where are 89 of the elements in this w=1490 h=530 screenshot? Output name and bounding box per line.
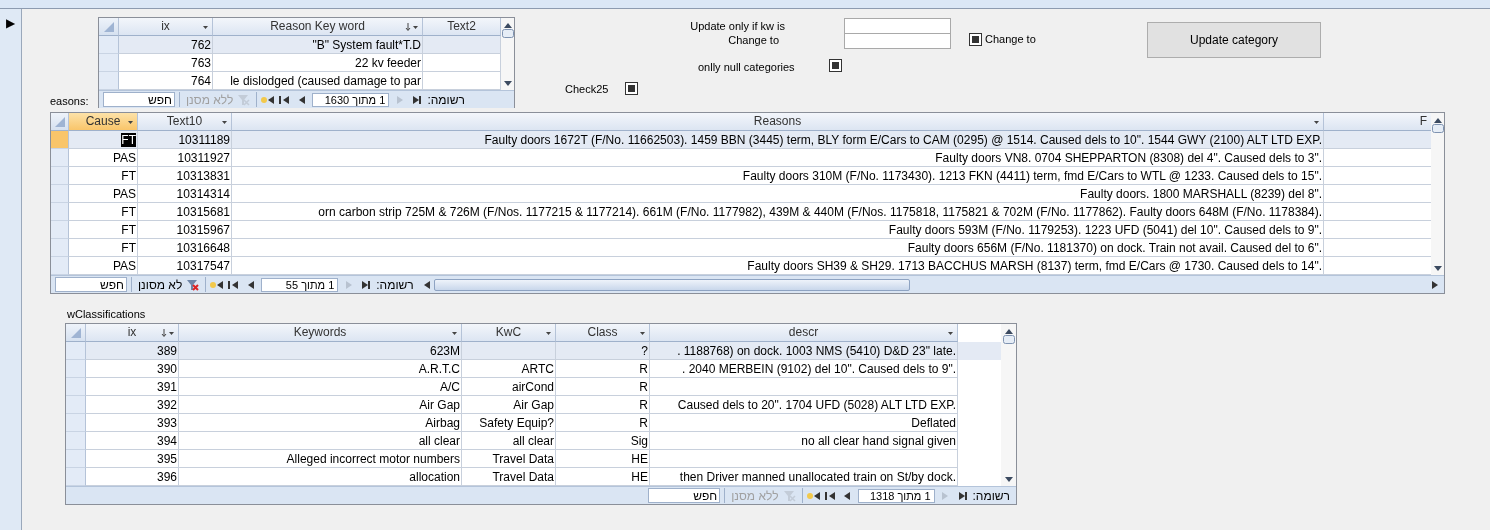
record-label: רשומה: (427, 92, 466, 107)
new-record-button[interactable] (261, 93, 275, 106)
last-record-button[interactable] (823, 489, 837, 502)
column-header[interactable]: Keywords (179, 324, 462, 342)
record-label: רשומה: (376, 277, 415, 292)
vertical-scrollbar[interactable] (1431, 113, 1444, 275)
filter-button[interactable]: לא מסונן (131, 277, 207, 292)
checkbox[interactable] (625, 82, 638, 95)
checkbox[interactable] (969, 33, 982, 46)
right-arrow-icon (394, 94, 405, 105)
vertical-scrollbar[interactable] (1001, 324, 1016, 486)
dropdown-caret-icon[interactable] (202, 23, 209, 31)
record-label: רשומה: (972, 488, 1011, 503)
new-record-icon (806, 490, 820, 501)
new-record-icon (210, 279, 224, 290)
right-arrow-icon (343, 279, 354, 290)
new-record-button[interactable] (210, 278, 224, 291)
input-field[interactable] (844, 33, 951, 49)
dropdown-caret-icon[interactable] (221, 118, 228, 126)
triangle-icon (69, 326, 82, 339)
column-header[interactable]: Class (556, 324, 650, 342)
filter-icon (782, 489, 796, 502)
new-record-icon (261, 94, 275, 105)
filter-icon (186, 278, 200, 291)
right-arrow-icon (940, 490, 950, 501)
skip-right-icon (360, 279, 372, 290)
column-header[interactable]: ix (86, 324, 179, 342)
column-header[interactable]: Reasons (232, 113, 1324, 131)
search-field[interactable]: חפש (103, 92, 175, 107)
scroll-thumb[interactable] (501, 29, 514, 39)
column-header[interactable]: ix (119, 18, 213, 36)
checkbox[interactable] (829, 59, 842, 72)
down-arrow-icon[interactable] (1003, 475, 1014, 483)
first-record-button[interactable] (410, 93, 424, 106)
new-record-button[interactable] (806, 489, 820, 502)
dropdown-caret-icon[interactable] (545, 329, 552, 337)
skip-left-icon (824, 490, 836, 501)
dropdown-caret-icon[interactable] (168, 329, 175, 337)
left-arrow-icon (842, 490, 852, 501)
first-record-button[interactable] (359, 278, 373, 291)
skip-right-icon (956, 490, 968, 501)
dropdown-caret-icon[interactable] (412, 23, 419, 31)
dropdown-caret-icon[interactable] (451, 329, 458, 337)
down-arrow-icon[interactable] (1432, 264, 1443, 272)
scroll-thumb[interactable] (1431, 124, 1444, 134)
input-field[interactable] (844, 18, 951, 34)
search-field[interactable]: חפש (55, 277, 127, 292)
dropdown-caret-icon[interactable] (1313, 118, 1320, 126)
dropdown-caret-icon[interactable] (947, 329, 954, 337)
filter-icon (237, 93, 251, 106)
checkbox-label: Change to (985, 33, 1036, 46)
column-header[interactable]: Cause (69, 113, 138, 131)
down-arrow-icon[interactable] (502, 79, 513, 87)
column-header[interactable]: Text10 (138, 113, 232, 131)
column-header[interactable]: Text2 (423, 18, 501, 36)
update-category-button[interactable]: Update category (1147, 22, 1321, 58)
checkbox-label: onlly null categories (698, 61, 795, 74)
record-number-field[interactable]: 1 מתוך 55 (261, 277, 339, 292)
up-arrow-icon[interactable] (1432, 116, 1443, 124)
up-arrow-icon[interactable] (1003, 327, 1014, 335)
record-number-field[interactable]: 1 מתוך 1630 (312, 92, 390, 107)
skip-right-icon (411, 94, 423, 105)
sort-arrow-icon (405, 23, 411, 31)
right-arrow-icon[interactable] (1430, 279, 1438, 290)
skip-left-icon (279, 94, 291, 105)
dropdown-caret-icon[interactable] (127, 118, 134, 126)
sort-arrow-icon (161, 329, 167, 337)
dropdown-caret-icon[interactable] (639, 329, 646, 337)
triangle-icon (53, 115, 66, 128)
column-header[interactable]: KwC (462, 324, 556, 342)
search-field[interactable]: חפש (648, 488, 721, 503)
skip-left-icon (228, 279, 240, 290)
last-record-button[interactable] (278, 93, 292, 106)
column-header[interactable]: Reason Key word (213, 18, 423, 36)
current-record-marker: ▶ (6, 16, 15, 30)
scroll-thumb[interactable] (1002, 335, 1015, 345)
record-number-field[interactable]: 1 מתוך 1318 (857, 488, 935, 503)
up-arrow-icon[interactable] (502, 21, 513, 29)
last-record-button[interactable] (227, 278, 241, 291)
checkbox-label: Check25 (565, 83, 609, 96)
vertical-scrollbar[interactable] (501, 18, 514, 90)
section-label: easons: (50, 95, 89, 108)
triangle-icon (102, 20, 115, 33)
column-header[interactable]: descr (650, 324, 958, 342)
section-label: wClassifications (67, 308, 146, 320)
column-header[interactable]: F (1324, 113, 1431, 131)
form-label: Change to (727, 34, 779, 47)
form-label: Update only if kw is (689, 20, 785, 33)
scroll-thumb[interactable] (433, 278, 910, 291)
